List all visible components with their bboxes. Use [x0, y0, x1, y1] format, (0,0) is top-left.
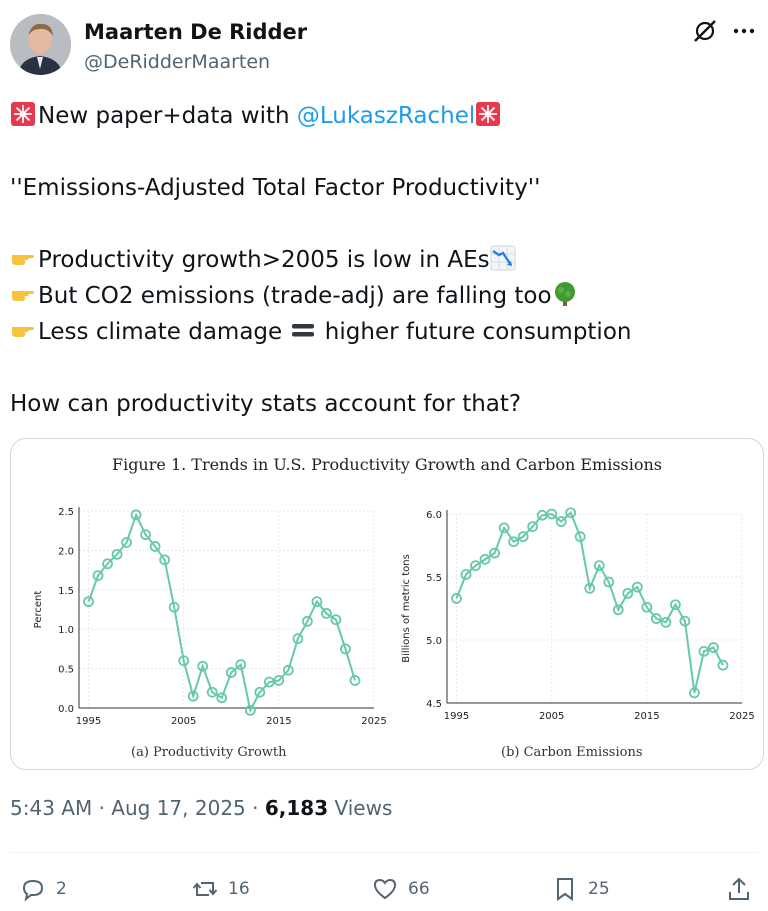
y-tick-label: 1.0 — [58, 625, 74, 636]
tweet-closing-line: How can productivity stats account for t… — [10, 391, 522, 417]
grok-icon[interactable] — [692, 18, 718, 44]
share-icon — [729, 877, 749, 900]
tweet-bullet-3b-text: higher future consumption — [317, 319, 632, 345]
y-axis-label: Billions of metric tons — [401, 554, 412, 663]
share-button[interactable] — [726, 874, 752, 904]
tweet-bullet-2: But CO2 emissions (trade-adj) are fallin… — [10, 278, 750, 314]
more-icon[interactable] — [730, 18, 758, 44]
tweet-bullet-2-text: But CO2 emissions (trade-adj) are fallin… — [38, 283, 552, 309]
tweet-time[interactable]: 5:43 AM — [10, 796, 92, 820]
y-tick-label: 2.0 — [58, 546, 74, 557]
rotating-light-icon — [476, 102, 501, 126]
pointing-hand-icon — [12, 291, 34, 301]
x-tick-label: 2005 — [539, 711, 564, 722]
tweet-bullet-3a-text: Less climate damage — [38, 319, 290, 345]
x-tick-label: 2005 — [171, 716, 196, 727]
bookmark-count: 25 — [588, 879, 610, 899]
retweet-button[interactable]: 16 — [192, 874, 250, 904]
carbon-emissions-chart: 4.5 5.0 5.5 6.0 1995 2005 2015 2025 Billions of … — [401, 507, 755, 722]
media-image[interactable]: Figure 1. Trends in U.S. Productivity Gr… — [10, 438, 764, 770]
figure-caption-a: (a) Productivity Growth — [131, 745, 287, 760]
tweet-bullet-1-text: Productivity growth>2005 is low in AEs — [38, 247, 490, 273]
like-button[interactable]: 66 — [372, 874, 430, 904]
y-tick-label: 5.0 — [426, 636, 442, 647]
pointing-hand-icon — [12, 327, 34, 337]
y-tick-label: 1.5 — [58, 586, 74, 597]
tweet-meta: 5:43 AM · Aug 17, 2025 · 6,183 Views — [10, 796, 393, 820]
divider — [10, 852, 758, 853]
y-tick-label: 4.5 — [426, 699, 442, 710]
author-name[interactable]: Maarten De Ridder — [84, 20, 307, 44]
retweet-icon — [192, 882, 218, 896]
x-tick-label: 1995 — [444, 711, 469, 722]
reply-icon — [22, 879, 44, 902]
x-tick-label: 1995 — [76, 716, 101, 727]
views-count: 6,183 — [264, 796, 329, 820]
tweet-line-1-text: New paper+data with — [38, 103, 297, 129]
tweet-date[interactable]: Aug 17, 2025 — [111, 796, 245, 820]
y-tick-label: 0.5 — [58, 665, 74, 676]
bookmark-icon — [557, 878, 573, 901]
reply-count: 2 — [56, 879, 67, 899]
x-tick-label: 2025 — [729, 711, 754, 722]
y-tick-label: 6.0 — [426, 510, 442, 521]
data-point — [717, 659, 729, 671]
x-tick-label: 2025 — [361, 716, 386, 727]
chart-decreasing-icon — [490, 245, 516, 271]
heavy-equals-icon — [291, 324, 314, 337]
like-count: 66 — [408, 879, 430, 899]
y-tick-label: 0.0 — [58, 704, 74, 715]
y-axis-label: Percent — [33, 591, 44, 629]
figure-caption-b: (b) Carbon Emissions — [501, 745, 643, 760]
mention-link[interactable]: @LukaszRachel — [297, 103, 475, 129]
avatar[interactable] — [10, 14, 71, 75]
tweet-header: Maarten De Ridder @DeRidderMaarten — [10, 14, 758, 76]
like-icon — [373, 878, 397, 900]
views-label: Views — [334, 796, 393, 820]
retweet-count: 16 — [228, 879, 250, 899]
rotating-light-icon — [11, 102, 35, 126]
figure-title: Figure 1. Trends in U.S. Productivity Gr… — [111, 455, 663, 474]
author-handle[interactable]: @DeRidderMaarten — [84, 51, 270, 73]
tweet-line-1: New paper+data with @LukaszRachel — [10, 98, 750, 134]
deciduous-tree-icon — [554, 282, 575, 306]
pointing-hand-icon — [12, 255, 34, 265]
series-line — [87, 512, 356, 714]
tweet-bullet-1: Productivity growth>2005 is low in AEs — [10, 242, 750, 278]
x-tick-label: 2015 — [266, 716, 291, 727]
series-line — [455, 511, 724, 694]
tweet-line-2: ''Emissions-Adjusted Total Factor Produc… — [10, 175, 541, 201]
productivity-growth-chart: 0.0 0.5 1.0 1.5 2.0 2.5 1995 2005 2015 2025 Percen… — [33, 507, 387, 727]
bookmark-button[interactable]: 25 — [552, 874, 610, 904]
x-tick-label: 2015 — [634, 711, 659, 722]
y-tick-label: 5.5 — [426, 573, 442, 584]
tweet-text: New paper+data with @LukaszRachel ''Emis… — [10, 98, 750, 422]
tweet-bullet-3: Less climate damage higher future consum… — [10, 314, 750, 350]
reply-button[interactable]: 2 — [20, 874, 67, 904]
y-tick-label: 2.5 — [58, 507, 74, 518]
